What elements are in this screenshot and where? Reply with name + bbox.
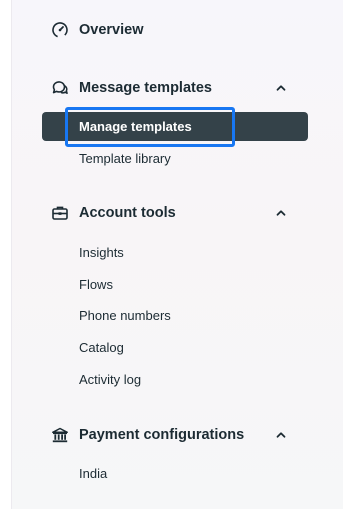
sidebar-section-message-templates[interactable]: Message templates	[12, 76, 343, 100]
sidebar-item-label: Manage templates	[79, 119, 192, 134]
section-label: Payment configurations	[79, 427, 245, 443]
sidebar-item-template-library[interactable]: Template library	[79, 149, 171, 169]
sidebar-item-label: Overview	[79, 22, 144, 38]
sidebar-item-manage-templates[interactable]: Manage templates	[42, 112, 308, 141]
sidebar-item-activity-log[interactable]: Activity log	[79, 370, 141, 390]
chevron-up-icon[interactable]	[274, 428, 288, 442]
toolbox-icon	[50, 203, 70, 223]
sidebar-item-insights[interactable]: Insights	[79, 243, 124, 263]
divider	[11, 509, 343, 514]
sidebar-item-phone-numbers[interactable]: Phone numbers	[79, 306, 171, 326]
chat-bubbles-icon	[50, 78, 70, 98]
chevron-up-icon[interactable]	[274, 206, 288, 220]
section-label: Account tools	[79, 205, 176, 221]
section-label: Message templates	[79, 80, 212, 96]
chevron-up-icon[interactable]	[274, 81, 288, 95]
sidebar-item-overview[interactable]: Overview	[12, 18, 343, 42]
sidebar-item-catalog[interactable]: Catalog	[79, 338, 124, 358]
speedometer-icon	[50, 20, 70, 40]
bank-icon	[50, 425, 70, 445]
sidebar-item-flows[interactable]: Flows	[79, 275, 113, 295]
sidebar-section-account-tools[interactable]: Account tools	[12, 201, 343, 225]
sidebar-nav: Overview Message templates Manage templa…	[11, 0, 343, 514]
sidebar-item-india[interactable]: India	[79, 464, 107, 484]
sidebar-section-payment-configurations[interactable]: Payment configurations	[12, 423, 343, 447]
